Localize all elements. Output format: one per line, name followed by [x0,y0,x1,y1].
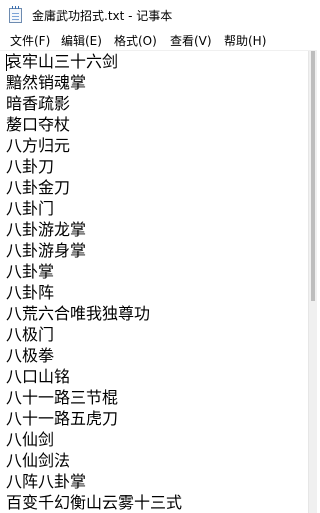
text-line: 八方归元 [6,136,71,155]
text-line: 八仙剑法 [6,451,71,470]
vertical-scrollbar[interactable] [308,51,317,513]
menu-format[interactable]: 格式(O) [113,32,158,49]
window-title: 金庸武功招式.txt - 记事本 [32,9,173,23]
text-line: 八极门 [6,325,55,344]
text-editor[interactable]: 哀牢山三十六剑 黯然销魂掌 暗香疏影 嫠口夺杖 八方归元 八卦刀 八卦金刀 八卦… [0,51,308,513]
menu-help[interactable]: 帮助(H) [223,32,267,49]
menu-edit[interactable]: 编辑(E) [60,32,103,49]
text-line: 八口山铭 [6,367,71,386]
text-line: 八十一路三节棍 [6,388,119,407]
text-line: 黯然销魂掌 [6,73,87,92]
text-line: 八十一路五虎刀 [6,409,119,428]
scrollbar-thumb[interactable] [311,51,315,301]
text-line: 八卦金刀 [6,178,71,197]
text-line: 八阵八卦掌 [6,472,87,491]
text-line: 嫠口夺杖 [6,115,71,134]
text-line: 哀牢山三十六剑 [6,52,119,71]
text-line: 八荒六合唯我独尊功 [6,304,151,323]
text-line: 八卦刀 [6,157,55,176]
text-line: 八仙剑 [6,430,55,449]
text-line: 八卦阵 [6,283,55,302]
text-line: 八卦掌 [6,262,55,281]
text-line: 暗香疏影 [6,94,71,113]
title-bar: 金庸武功招式.txt - 记事本 [0,0,317,30]
text-line: 八卦游身掌 [6,241,87,260]
text-line: 百变千幻衡山云雾十三式 [6,493,183,512]
text-line: 八卦游龙掌 [6,220,87,239]
menu-view[interactable]: 查看(V) [169,32,213,49]
text-line: 八极拳 [6,346,55,365]
menu-bar: 文件(F) 编辑(E) 格式(O) 查看(V) 帮助(H) [0,30,317,51]
notepad-icon [9,6,22,23]
menu-file[interactable]: 文件(F) [9,32,51,49]
text-line: 八卦门 [6,199,55,218]
